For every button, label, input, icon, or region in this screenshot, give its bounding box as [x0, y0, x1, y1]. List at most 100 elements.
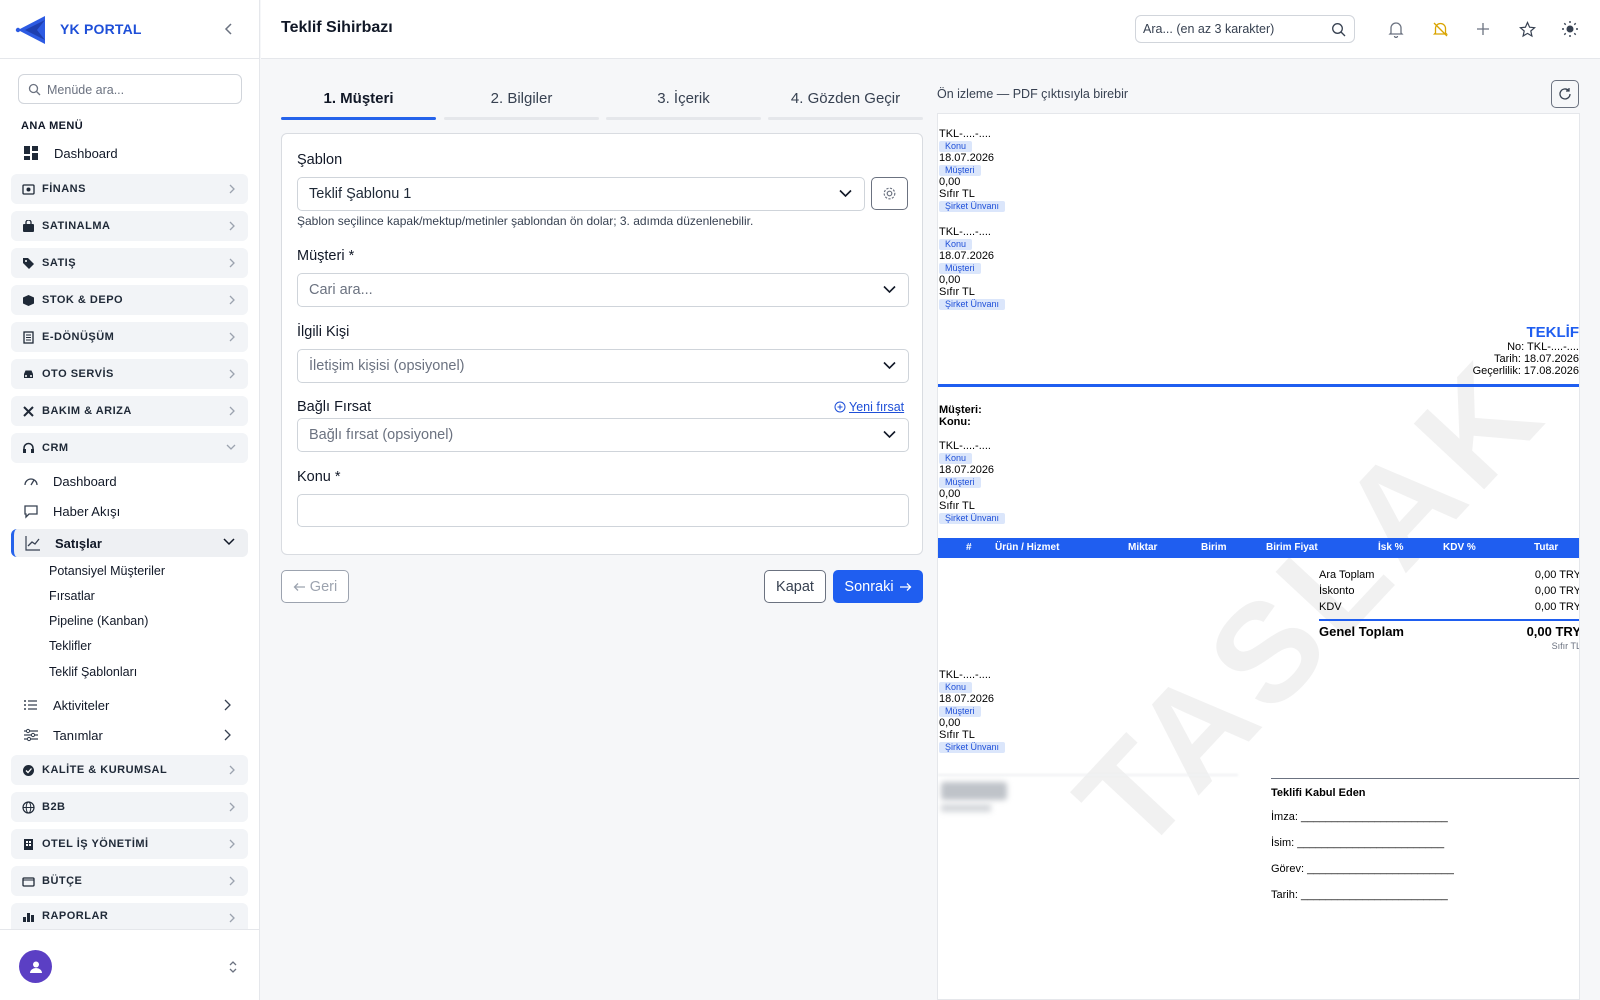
col-header: Tutar	[1534, 542, 1559, 553]
col-header: Ürün / Hizmet	[995, 542, 1060, 553]
opportunity-select[interactable]: Bağlı fırsat (opsiyonel)	[297, 418, 909, 452]
tab-label: 3. İçerik	[657, 90, 710, 107]
new-opportunity-link[interactable]: Yeni fırsat	[834, 400, 904, 414]
sidebar-group-butce[interactable]: BÜTÇE	[11, 866, 248, 896]
brand: YK PORTAL	[0, 0, 260, 59]
tab-bilgiler[interactable]: 2. Bilgiler	[444, 82, 599, 120]
group-label: E-DÖNÜŞÜM	[42, 331, 115, 343]
sidebar-group-oto-servis[interactable]: OTO SERVİS	[11, 359, 248, 389]
next-button[interactable]: Sonraki	[833, 570, 923, 603]
sidebar-group-otel[interactable]: OTEL İŞ YÖNETİMİ	[11, 829, 248, 859]
sidebar-group-b2b[interactable]: B2B	[11, 792, 248, 822]
chevrons-up-down-icon[interactable]	[228, 960, 238, 974]
totals-block: Ara Toplam 0,00 TRY İskonto 0,00 TRY KDV 0,…	[1319, 569, 1580, 651]
sidebar-leaf-quotes[interactable]: Teklifler	[49, 639, 91, 653]
template-hint: Şablon seçilince kapak/mektup/metinler ş…	[297, 214, 754, 228]
wallet-icon	[21, 874, 35, 888]
sidebar-item-dashboard[interactable]: Dashboard	[22, 140, 118, 166]
placeholder-block: TKL-....-.... Konu 18.07.2026 Müşteri 0,00 Sı…	[939, 226, 1006, 310]
group-label: BAKIM & ARIZA	[42, 405, 132, 417]
sidebar-item-activities[interactable]: Aktiviteler	[23, 692, 231, 718]
sidebar-group-stok[interactable]: STOK & DEPO	[11, 285, 248, 315]
sidebar-group-raporlar[interactable]: RAPORLAR	[11, 903, 248, 929]
star-icon	[1518, 20, 1536, 37]
col-header: Birim	[1201, 542, 1227, 553]
contact-label: İlgili Kişi	[297, 324, 350, 340]
back-button[interactable]: Geri	[281, 570, 349, 603]
template-value: Teklif Şablonu 1	[309, 186, 412, 202]
list-icon	[23, 697, 39, 713]
sidebar-item-feed[interactable]: Haber Akışı	[23, 498, 120, 524]
col-header: KDV %	[1443, 542, 1476, 553]
chevron-right-icon	[229, 369, 235, 379]
sidebar-group-kalite[interactable]: KALİTE & KURUMSAL	[11, 755, 248, 785]
sidebar-group-bakim[interactable]: BAKIM & ARIZA	[11, 396, 248, 426]
message-icon	[23, 503, 39, 519]
sidebar-group-satinalma[interactable]: SATINALMA	[11, 211, 248, 241]
notifications-button[interactable]	[1386, 19, 1406, 39]
dashboard-icon	[22, 144, 40, 162]
template-settings-button[interactable]	[871, 177, 908, 210]
sidebar-item-sales[interactable]: Satışlar	[11, 529, 248, 557]
sidebar-group-edonusum[interactable]: E-DÖNÜŞÜM	[11, 322, 248, 352]
tab-label: 4. Gözden Geçir	[790, 90, 901, 107]
group-label: SATINALMA	[42, 220, 111, 232]
tab-label: 1. Müşteri	[323, 90, 394, 107]
gear-icon	[883, 187, 896, 200]
opportunity-placeholder: Bağlı fırsat (opsiyonel)	[309, 427, 454, 443]
tab-gozden-gecir[interactable]: 4. Gözden Geçir	[768, 82, 923, 120]
theme-toggle-button[interactable]	[1560, 19, 1580, 39]
tab-icerik[interactable]: 3. İçerik	[606, 82, 761, 120]
customer-placeholder: Cari ara...	[309, 282, 373, 298]
close-button[interactable]: Kapat	[764, 570, 826, 603]
pdf-preview: TASLAK TKL-....-.... Konu 18.07.2026 Müşter…	[937, 113, 1580, 1000]
sidebar-leaf-leads[interactable]: Potansiyel Müşteriler	[49, 564, 165, 578]
placeholder-block: TKL-....-.... Konu 18.07.2026 Müşteri 0,00 Sı…	[939, 669, 1006, 753]
subject-input[interactable]	[297, 494, 909, 527]
tab-indicator	[606, 117, 761, 120]
placeholder-block: TKL-....-.... Konu 18.07.2026 Müşteri 0,00 Sı…	[939, 440, 1006, 524]
sidebar-group-finans[interactable]: FİNANS	[11, 174, 248, 204]
sub-label: Aktiviteler	[53, 697, 110, 713]
sidebar-leaf-quote-templates[interactable]: Teklif Şablonları	[49, 665, 137, 679]
sub-label: Tanımlar	[53, 727, 103, 743]
sub-label: Haber Akışı	[53, 503, 121, 519]
chevron-down-icon	[839, 189, 852, 198]
bar-chart-icon	[21, 909, 35, 923]
section-heading: ANA MENÜ	[21, 120, 84, 132]
global-search-input[interactable]	[1143, 20, 1323, 38]
sun-icon	[1562, 21, 1578, 37]
collapse-sidebar-icon[interactable]	[220, 20, 238, 38]
bag-icon	[21, 219, 35, 233]
favorites-button[interactable]	[1517, 19, 1537, 39]
search-icon[interactable]	[1331, 22, 1346, 37]
contact-select[interactable]: İletişim kişisi (opsiyonel)	[297, 349, 909, 383]
contact-placeholder: İletişim kişisi (opsiyonel)	[309, 358, 465, 374]
sidebar-item-definitions[interactable]: Tanımlar	[23, 722, 231, 748]
items-table-header: # Ürün / Hizmet Miktar Birim Birim Fiyat…	[938, 538, 1579, 558]
next-label: Sonraki	[844, 578, 894, 595]
refresh-preview-button[interactable]	[1551, 80, 1579, 108]
mute-alerts-button[interactable]	[1430, 19, 1450, 39]
sidebar-item-crm-dashboard[interactable]: Dashboard	[23, 468, 117, 494]
sidebar-item-label: Dashboard	[54, 145, 118, 161]
customer-select[interactable]: Cari ara...	[297, 273, 909, 307]
avatar[interactable]	[19, 950, 52, 983]
global-search[interactable]	[1135, 15, 1355, 43]
add-button[interactable]	[1473, 19, 1493, 39]
search-icon	[28, 83, 41, 96]
chevron-down-icon	[883, 430, 896, 439]
sidebar-leaf-opportunities[interactable]: Fırsatlar	[49, 589, 95, 603]
customer-subject-labels: Müşteri: Konu:	[939, 404, 982, 428]
menu-search[interactable]	[18, 74, 242, 104]
sidebar: YK PORTAL ANA MENÜ Dashboard FİNANS SATI…	[0, 0, 260, 1000]
tab-musteri[interactable]: 1. Müşteri	[281, 82, 436, 120]
sidebar-group-satis[interactable]: SATIŞ	[11, 248, 248, 278]
chevron-right-icon	[224, 699, 231, 711]
template-select[interactable]: Teklif Şablonu 1	[297, 177, 865, 211]
sub-label: Dashboard	[53, 473, 117, 489]
menu-search-input[interactable]	[47, 80, 237, 100]
tab-label: 2. Bilgiler	[490, 90, 553, 107]
sidebar-leaf-pipeline[interactable]: Pipeline (Kanban)	[49, 614, 148, 628]
sidebar-group-crm[interactable]: CRM	[11, 433, 248, 463]
